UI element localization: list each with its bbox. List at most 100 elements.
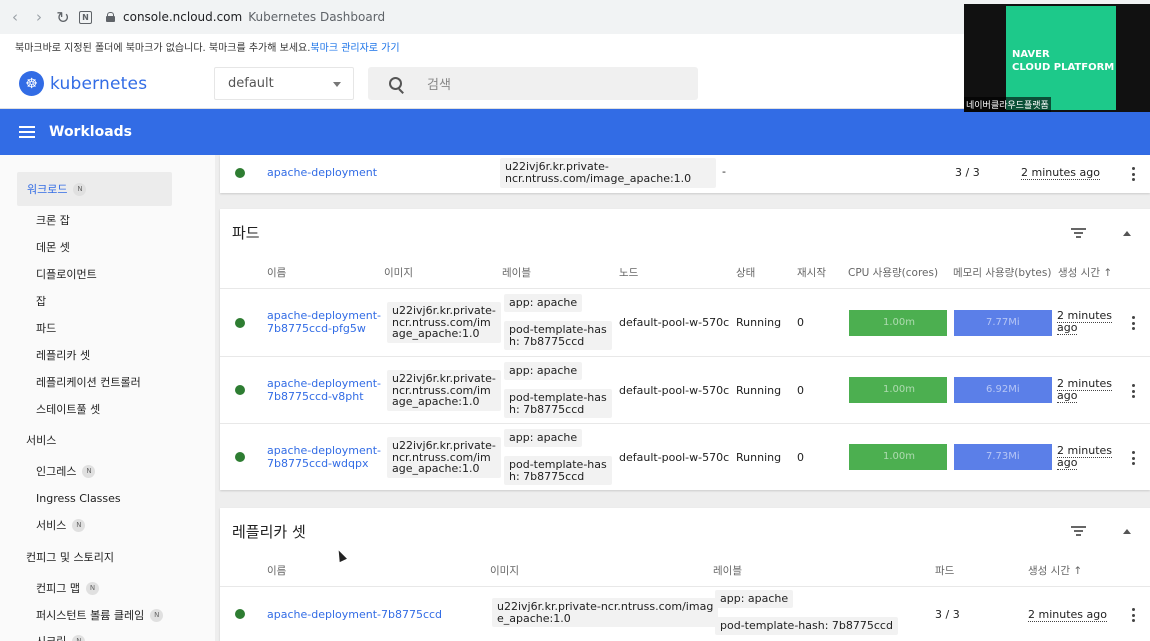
deployment-name-link[interactable]: apache-deployment	[267, 166, 377, 179]
sidebar-item-cronjobs[interactable]: 크론 잡	[36, 212, 70, 228]
address-bar-title[interactable]: Kubernetes Dashboard	[248, 10, 385, 24]
replicaset-pods: 3 / 3	[935, 608, 960, 621]
label-chip: pod-template-hash: 7b8775ccd	[504, 321, 612, 350]
collapse-icon[interactable]	[1123, 529, 1131, 534]
sidebar-item-label: 인그레스	[36, 465, 77, 478]
col-header-cpu: CPU 사용량(cores)	[848, 267, 939, 279]
pod-name-link[interactable]: apache-deployment- 7b8775ccd-wdqpx	[267, 444, 381, 470]
table-row[interactable]: apache-deployment- 7b8775ccd-v8pht u22ivj…	[220, 357, 1150, 423]
col-header-pods: 파드	[935, 565, 955, 577]
bookmark-manager-link[interactable]: 북마크 관리자로 가기	[310, 39, 399, 54]
helm-wheel-icon: ☸	[19, 71, 44, 96]
pod-name-link[interactable]: apache-deployment- 7b8775ccd-pfg5w	[267, 309, 381, 335]
col-header-node: 노드	[619, 267, 639, 279]
pod-name-line1: apache-deployment-	[267, 309, 381, 322]
pod-image-line: age_apache:1.0	[392, 395, 480, 408]
label-chip: app: apache	[504, 294, 583, 312]
sort-arrow-icon: ↑	[1103, 267, 1113, 279]
table-row[interactable]: apache-deployment-7b8775ccd u22ivj6r.kr.…	[220, 587, 1150, 641]
sidebar-item-deployments[interactable]: 디플로이먼트	[36, 266, 97, 282]
sidebar-item-daemonsets[interactable]: 데몬 셋	[36, 239, 70, 255]
cpu-value: 1.00m	[883, 317, 916, 328]
pods-section-title: 파드	[232, 224, 260, 242]
pod-image: u22ivj6r.kr.private-ncr.ntruss.com/im age…	[387, 302, 501, 343]
more-actions-icon[interactable]	[1131, 316, 1135, 330]
back-icon[interactable]: ‹	[3, 5, 27, 29]
label-line: h: 7b8775ccd	[509, 334, 585, 348]
sidebar-item-configmaps[interactable]: 컨피그 맵 N	[36, 580, 99, 596]
pod-name-line1: apache-deployment-	[267, 444, 381, 457]
bookmark-empty-message: 북마크바로 지정된 폴더에 북마크가 없습니다. 북마크를 추가해 보세요.	[15, 42, 311, 54]
col-header-created[interactable]: 생성 시간 ↑	[1028, 563, 1082, 578]
address-bar-host[interactable]: console.ncloud.com	[123, 10, 242, 24]
collapse-icon[interactable]	[1123, 231, 1131, 236]
sidebar-group-services[interactable]: 서비스	[26, 432, 56, 448]
sidebar: 워크로드 N 크론 잡 데몬 셋 디플로이먼트 잡 파드 레플리카 셋 레플리케…	[0, 155, 215, 641]
logo-text: kubernetes	[50, 73, 148, 94]
pod-created: 2 minutes ago	[1057, 377, 1113, 403]
sidebar-item-replicationcontrollers[interactable]: 레플리케이션 컨트롤러	[36, 374, 141, 390]
video-overlay: NAVER CLOUD PLATFORM 네이버클라우드플랫폼	[964, 4, 1150, 112]
replicaset-image: u22ivj6r.kr.private-ncr.ntruss.com/imag e…	[492, 598, 719, 627]
more-actions-icon[interactable]	[1131, 451, 1135, 465]
table-row[interactable]: apache-deployment- 7b8775ccd-pfg5w u22ivj…	[220, 289, 1150, 356]
sidebar-item-replicasets[interactable]: 레플리카 셋	[36, 347, 90, 363]
replicaset-name-link[interactable]: apache-deployment-7b8775ccd	[267, 608, 442, 621]
filter-icon[interactable]	[1071, 526, 1086, 537]
status-ok-icon	[235, 318, 245, 328]
cpu-sparkline: 1.00m	[849, 310, 947, 336]
sidebar-item-workloads[interactable]: 워크로드 N	[17, 172, 172, 206]
sidebar-group-config-storage[interactable]: 컨피그 및 스토리지	[26, 549, 114, 565]
col-header-labels: 레이블	[713, 565, 742, 577]
label-chip: pod-template-hash: 7b8775ccd	[715, 617, 898, 635]
pod-image-line: age_apache:1.0	[392, 462, 480, 475]
sidebar-item-pods[interactable]: 파드	[36, 320, 56, 336]
naver-whale-icon[interactable]: N	[79, 10, 92, 24]
pod-node: default-pool-w-570c	[619, 316, 730, 329]
col-header-image: 이미지	[490, 565, 519, 577]
sidebar-item-secrets[interactable]: 시크릿 N	[36, 633, 86, 641]
cpu-value: 1.00m	[883, 384, 916, 395]
col-header-name[interactable]: 이름	[267, 563, 286, 578]
sidebar-item-statefulsets[interactable]: 스테이트풀 셋	[36, 401, 100, 417]
search-input[interactable]: 검색	[368, 67, 698, 100]
label-chip: app: apache	[715, 590, 794, 608]
new-badge: N	[150, 608, 164, 622]
label-line: h: 7b8775ccd	[509, 469, 585, 483]
namespace-select[interactable]: default	[214, 67, 354, 100]
label-chip: app: apache	[504, 362, 583, 380]
brand-line: CLOUD PLATFORM	[1012, 62, 1115, 73]
more-actions-icon[interactable]	[1131, 167, 1135, 181]
kubernetes-logo[interactable]: ☸ kubernetes	[19, 71, 147, 96]
table-row[interactable]: apache-deployment- 7b8775ccd-wdqpx u22ivj…	[220, 424, 1150, 490]
forward-icon[interactable]: ›	[27, 5, 51, 29]
cpu-sparkline: 1.00m	[849, 444, 947, 470]
pod-created: 2 minutes ago	[1057, 444, 1113, 470]
memory-sparkline: 7.77Mi	[954, 310, 1052, 336]
sort-arrow-icon: ↑	[1073, 565, 1083, 577]
filter-icon[interactable]	[1071, 228, 1086, 239]
status-ok-icon	[235, 452, 245, 462]
memory-value: 6.92Mi	[986, 384, 1020, 395]
cpu-sparkline: 1.00m	[849, 377, 947, 403]
hamburger-menu-icon[interactable]	[19, 126, 35, 138]
col-header-created[interactable]: 생성 시간 ↑	[1058, 265, 1112, 280]
more-actions-icon[interactable]	[1131, 608, 1135, 622]
pod-name-link[interactable]: apache-deployment- 7b8775ccd-v8pht	[267, 377, 381, 403]
pod-name-line2: 7b8775ccd-v8pht	[267, 390, 364, 403]
deployments-card: apache-deployment u22ivj6r.kr.private-nc…	[220, 155, 1150, 193]
pod-status: Running	[736, 384, 782, 397]
reload-icon[interactable]: ↻	[51, 5, 75, 29]
sidebar-item-ingress-classes[interactable]: Ingress Classes	[36, 490, 121, 506]
col-header-name[interactable]: 이름	[267, 265, 286, 280]
sidebar-item-services[interactable]: 서비스 N	[36, 517, 86, 533]
pod-status: Running	[736, 451, 782, 464]
pod-restarts: 0	[797, 384, 804, 397]
brand-line: NAVER	[1012, 49, 1050, 60]
sidebar-item-ingresses[interactable]: 인그레스 N	[36, 463, 96, 479]
new-badge: N	[72, 634, 86, 641]
col-header-labels: 레이블	[502, 267, 531, 279]
sidebar-item-jobs[interactable]: 잡	[36, 293, 46, 309]
sidebar-item-pvcs[interactable]: 퍼시스턴트 볼륨 클레임 N	[36, 607, 164, 623]
more-actions-icon[interactable]	[1131, 384, 1135, 398]
